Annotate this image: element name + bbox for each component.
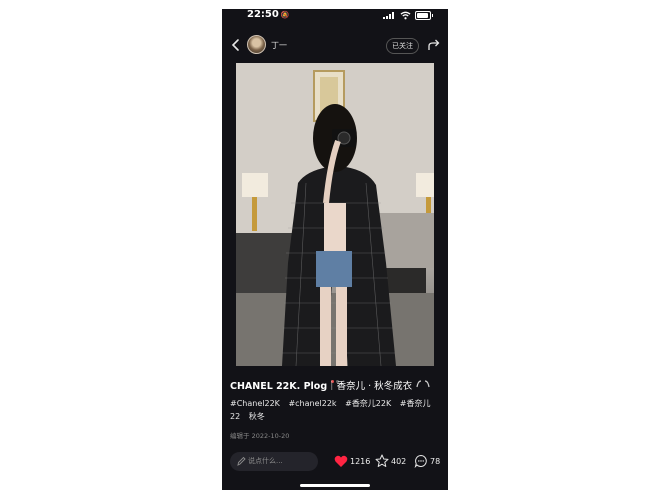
home-indicator[interactable]: [300, 484, 370, 487]
tag-link[interactable]: #香奈儿22K: [345, 399, 391, 408]
post-title-sub: ｜香奈儿 · 秋冬成衣: [327, 381, 413, 392]
phone-screen: 22:50 🔕 丁一 已关注 CHANEL 22K. Plog｜香奈儿 · 秋冬…: [222, 9, 448, 490]
post-image[interactable]: [236, 63, 434, 366]
comment-icon[interactable]: [414, 454, 428, 468]
wifi-icon: [400, 11, 411, 20]
status-bar: 22:50 🔕: [222, 9, 448, 23]
post-header: 丁一 已关注: [222, 33, 448, 59]
tag-link[interactable]: #Chanel22K: [230, 399, 280, 408]
share-icon[interactable]: [427, 38, 441, 52]
post-photo: [236, 63, 434, 366]
mute-icon: 🔕: [280, 11, 290, 19]
status-time: 22:50 🔕: [247, 9, 290, 20]
username[interactable]: 丁一: [271, 40, 287, 51]
avatar[interactable]: [247, 35, 266, 54]
post-title: CHANEL 22K. Plog｜香奈儿 · 秋冬成衣: [230, 378, 431, 392]
battery-icon: [415, 11, 433, 20]
follow-button[interactable]: 已关注: [386, 38, 419, 54]
emoji-icon: [416, 380, 430, 388]
favorite-count: 402: [391, 457, 407, 466]
comment-placeholder: 说点什么...: [248, 457, 283, 465]
pencil-icon: [237, 456, 246, 466]
edited-date: 编辑于 2022-10-20: [230, 432, 290, 440]
image-pager: [222, 368, 448, 383]
signal-icon: [383, 12, 395, 19]
post-title-main: CHANEL 22K. Plog: [230, 381, 328, 392]
comment-count: 78: [430, 457, 441, 466]
comment-input[interactable]: 说点什么...: [230, 452, 318, 471]
tag-link[interactable]: #chanel22k: [288, 399, 336, 408]
like-count: 1216: [350, 457, 371, 466]
back-arrow-icon[interactable]: [230, 38, 242, 52]
post-tags: #Chanel22K #chanel22k #香奈儿22K #香奈儿22 秋冬: [230, 397, 442, 423]
time-text: 22:50: [247, 9, 279, 20]
tag-link[interactable]: 秋冬: [249, 412, 265, 421]
star-icon[interactable]: [375, 454, 389, 468]
heart-icon[interactable]: [334, 455, 348, 468]
